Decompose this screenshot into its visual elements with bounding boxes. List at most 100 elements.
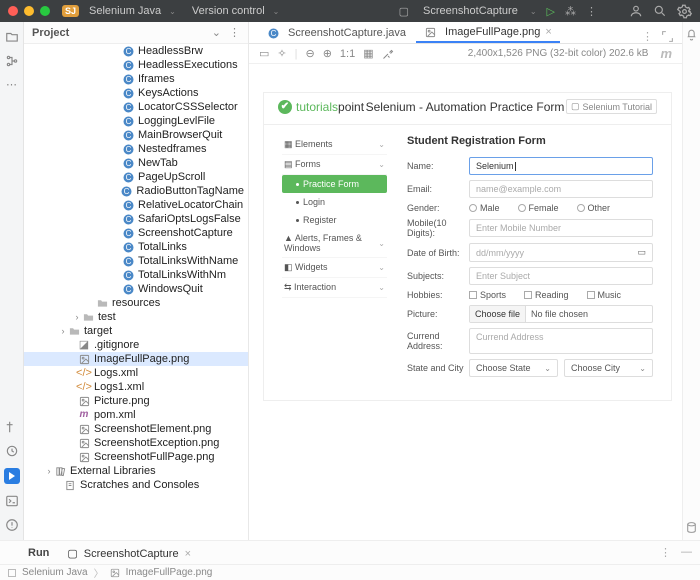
breadcrumb-project[interactable]: Selenium Java <box>22 567 88 578</box>
close-tab-icon[interactable]: × <box>545 26 551 38</box>
grid-icon[interactable]: ▦ <box>363 47 373 60</box>
tree-node[interactable]: CTotalLinks <box>24 240 248 254</box>
tree-node[interactable]: CScreenshotCapture <box>24 226 248 240</box>
tree-node[interactable]: ScreenshotElement.png <box>24 422 248 436</box>
label-picture: Picture: <box>407 309 469 319</box>
run-config-name[interactable]: ScreenshotCapture <box>423 5 518 17</box>
label-name: Name: <box>407 161 469 171</box>
svg-text:C: C <box>125 271 131 280</box>
tree-node[interactable]: CRelativeLocatorChain <box>24 198 248 212</box>
java-class-icon: C <box>122 227 134 239</box>
tool-icon-a[interactable] <box>5 420 19 434</box>
run-button[interactable]: ▷ <box>547 5 555 18</box>
vcs-chevron-icon[interactable]: ⌄ <box>273 7 280 16</box>
db-icon[interactable] <box>685 521 698 534</box>
settings-icon[interactable] <box>677 4 692 19</box>
label-hobbies: Hobbies: <box>407 290 469 300</box>
debug-button[interactable]: ⁂ <box>565 5 576 18</box>
tree-node[interactable]: CMainBrowserQuit <box>24 128 248 142</box>
zoom-level[interactable]: 1:1 <box>340 48 355 60</box>
minimize-window[interactable] <box>24 6 34 16</box>
more-tool-icon[interactable]: ⋯ <box>6 78 17 91</box>
zoom-in-icon[interactable]: ⊕ <box>323 47 332 60</box>
xml-file-icon: </> <box>78 381 90 393</box>
zoom-window[interactable] <box>40 6 50 16</box>
tree-node[interactable]: ›test <box>24 310 248 324</box>
m-icon: m <box>660 46 672 61</box>
project-tree[interactable]: CHeadlessBrwCHeadlessExecutionsCIframesC… <box>24 44 248 540</box>
tab-label: ImageFullPage.png <box>445 26 540 38</box>
project-tool-icon[interactable] <box>5 30 19 44</box>
terminal-tool-icon[interactable] <box>5 494 19 508</box>
stop-button[interactable]: ⋮ <box>586 5 597 18</box>
tree-node[interactable]: CIframes <box>24 72 248 86</box>
tree-node[interactable]: CPageUpScroll <box>24 170 248 184</box>
image-viewer[interactable]: ✔ tutorialspoint Selenium - Automation P… <box>249 64 682 540</box>
breadcrumb-file[interactable]: ImageFullPage.png <box>126 567 213 578</box>
problems-tool-icon[interactable] <box>5 518 19 532</box>
preview-page: ✔ tutorialspoint Selenium - Automation P… <box>263 92 672 401</box>
tool-icon-b[interactable] <box>5 444 19 458</box>
tree-node[interactable]: CTotalLinksWithName <box>24 254 248 268</box>
tree-node[interactable]: CKeysActions <box>24 86 248 100</box>
panel-chevron-icon[interactable]: ⌄ <box>212 26 221 39</box>
tree-node[interactable]: CHeadlessExecutions <box>24 58 248 72</box>
structure-tool-icon[interactable] <box>5 54 19 68</box>
tree-node[interactable]: ScreenshotFullPage.png <box>24 450 248 464</box>
run-config-icon[interactable]: ▢ <box>399 5 409 18</box>
tree-node[interactable]: ›External Libraries <box>24 464 248 478</box>
tree-node[interactable]: ›target <box>24 324 248 338</box>
tree-node[interactable]: ImageFullPage.png <box>24 352 248 366</box>
color-picker-icon[interactable] <box>382 48 394 60</box>
zoom-out-icon[interactable]: ⊖ <box>305 47 314 60</box>
tree-node[interactable]: CSafariOptsLogsFalse <box>24 212 248 226</box>
tree-node[interactable]: Picture.png <box>24 394 248 408</box>
tab-imagefullpage[interactable]: ImageFullPage.png × <box>416 23 560 43</box>
tree-node[interactable]: CTotalLinksWithNm <box>24 268 248 282</box>
tree-node[interactable]: </>Logs1.xml <box>24 380 248 394</box>
svg-text:C: C <box>270 29 276 38</box>
tree-node[interactable]: CNewTab <box>24 156 248 170</box>
svg-text:C: C <box>125 243 131 252</box>
run-tool-icon[interactable] <box>4 468 20 484</box>
panel-more-icon[interactable]: ⋮ <box>229 26 240 39</box>
label-email: Email: <box>407 184 469 194</box>
svg-text:C: C <box>124 187 130 196</box>
tab-more-icon[interactable]: ⋮ <box>642 30 653 43</box>
tree-node[interactable]: CNestedframes <box>24 142 248 156</box>
label-gender: Gender: <box>407 203 469 213</box>
tree-node[interactable]: ◪.gitignore <box>24 338 248 352</box>
tree-node[interactable]: CWindowsQuit <box>24 282 248 296</box>
run-tab-icon: ▢ <box>67 547 77 560</box>
tree-node[interactable]: CRadioButtonTagName <box>24 184 248 198</box>
tree-node[interactable]: </>Logs.xml <box>24 366 248 380</box>
tree-node[interactable]: resources <box>24 296 248 310</box>
run-config-chevron-icon[interactable]: ⌄ <box>530 7 537 16</box>
run-label[interactable]: Run <box>28 547 49 559</box>
search-icon[interactable] <box>653 4 667 18</box>
tree-node[interactable]: CHeadlessBrw <box>24 44 248 58</box>
tree-node[interactable]: mpom.xml <box>24 408 248 422</box>
select-tool-icon[interactable]: ▭ <box>259 47 269 60</box>
tree-node[interactable]: CLoggingLevlFile <box>24 114 248 128</box>
java-class-icon: C <box>122 59 134 71</box>
close-run-tab-icon[interactable]: × <box>185 548 191 560</box>
breadcrumb-root-icon[interactable] <box>8 569 16 577</box>
tree-node[interactable]: Scratches and Consoles <box>24 478 248 492</box>
notifications-icon[interactable] <box>685 28 698 41</box>
tree-node[interactable]: ScreenshotException.png <box>24 436 248 450</box>
project-chevron-icon[interactable]: ⌄ <box>169 7 176 16</box>
run-more-icon[interactable]: ⋮ <box>660 546 671 559</box>
tree-node[interactable]: CLocatorCSSSelector <box>24 100 248 114</box>
tab-expand-icon[interactable] <box>661 30 674 43</box>
vcs-menu[interactable]: Version control <box>192 5 265 17</box>
checkbox-option: Sports <box>469 290 506 300</box>
user-icon[interactable] <box>629 4 643 18</box>
crop-tool-icon[interactable]: ✧ <box>277 47 286 60</box>
run-minimize-icon[interactable]: — <box>681 546 692 559</box>
tab-label: ScreenshotCapture.java <box>288 27 406 39</box>
run-tab[interactable]: ▢ ScreenshotCapture × <box>59 542 199 563</box>
tab-screenshotcapture[interactable]: C ScreenshotCapture.java <box>259 23 414 43</box>
project-name[interactable]: Selenium Java <box>89 5 161 17</box>
close-window[interactable] <box>8 6 18 16</box>
